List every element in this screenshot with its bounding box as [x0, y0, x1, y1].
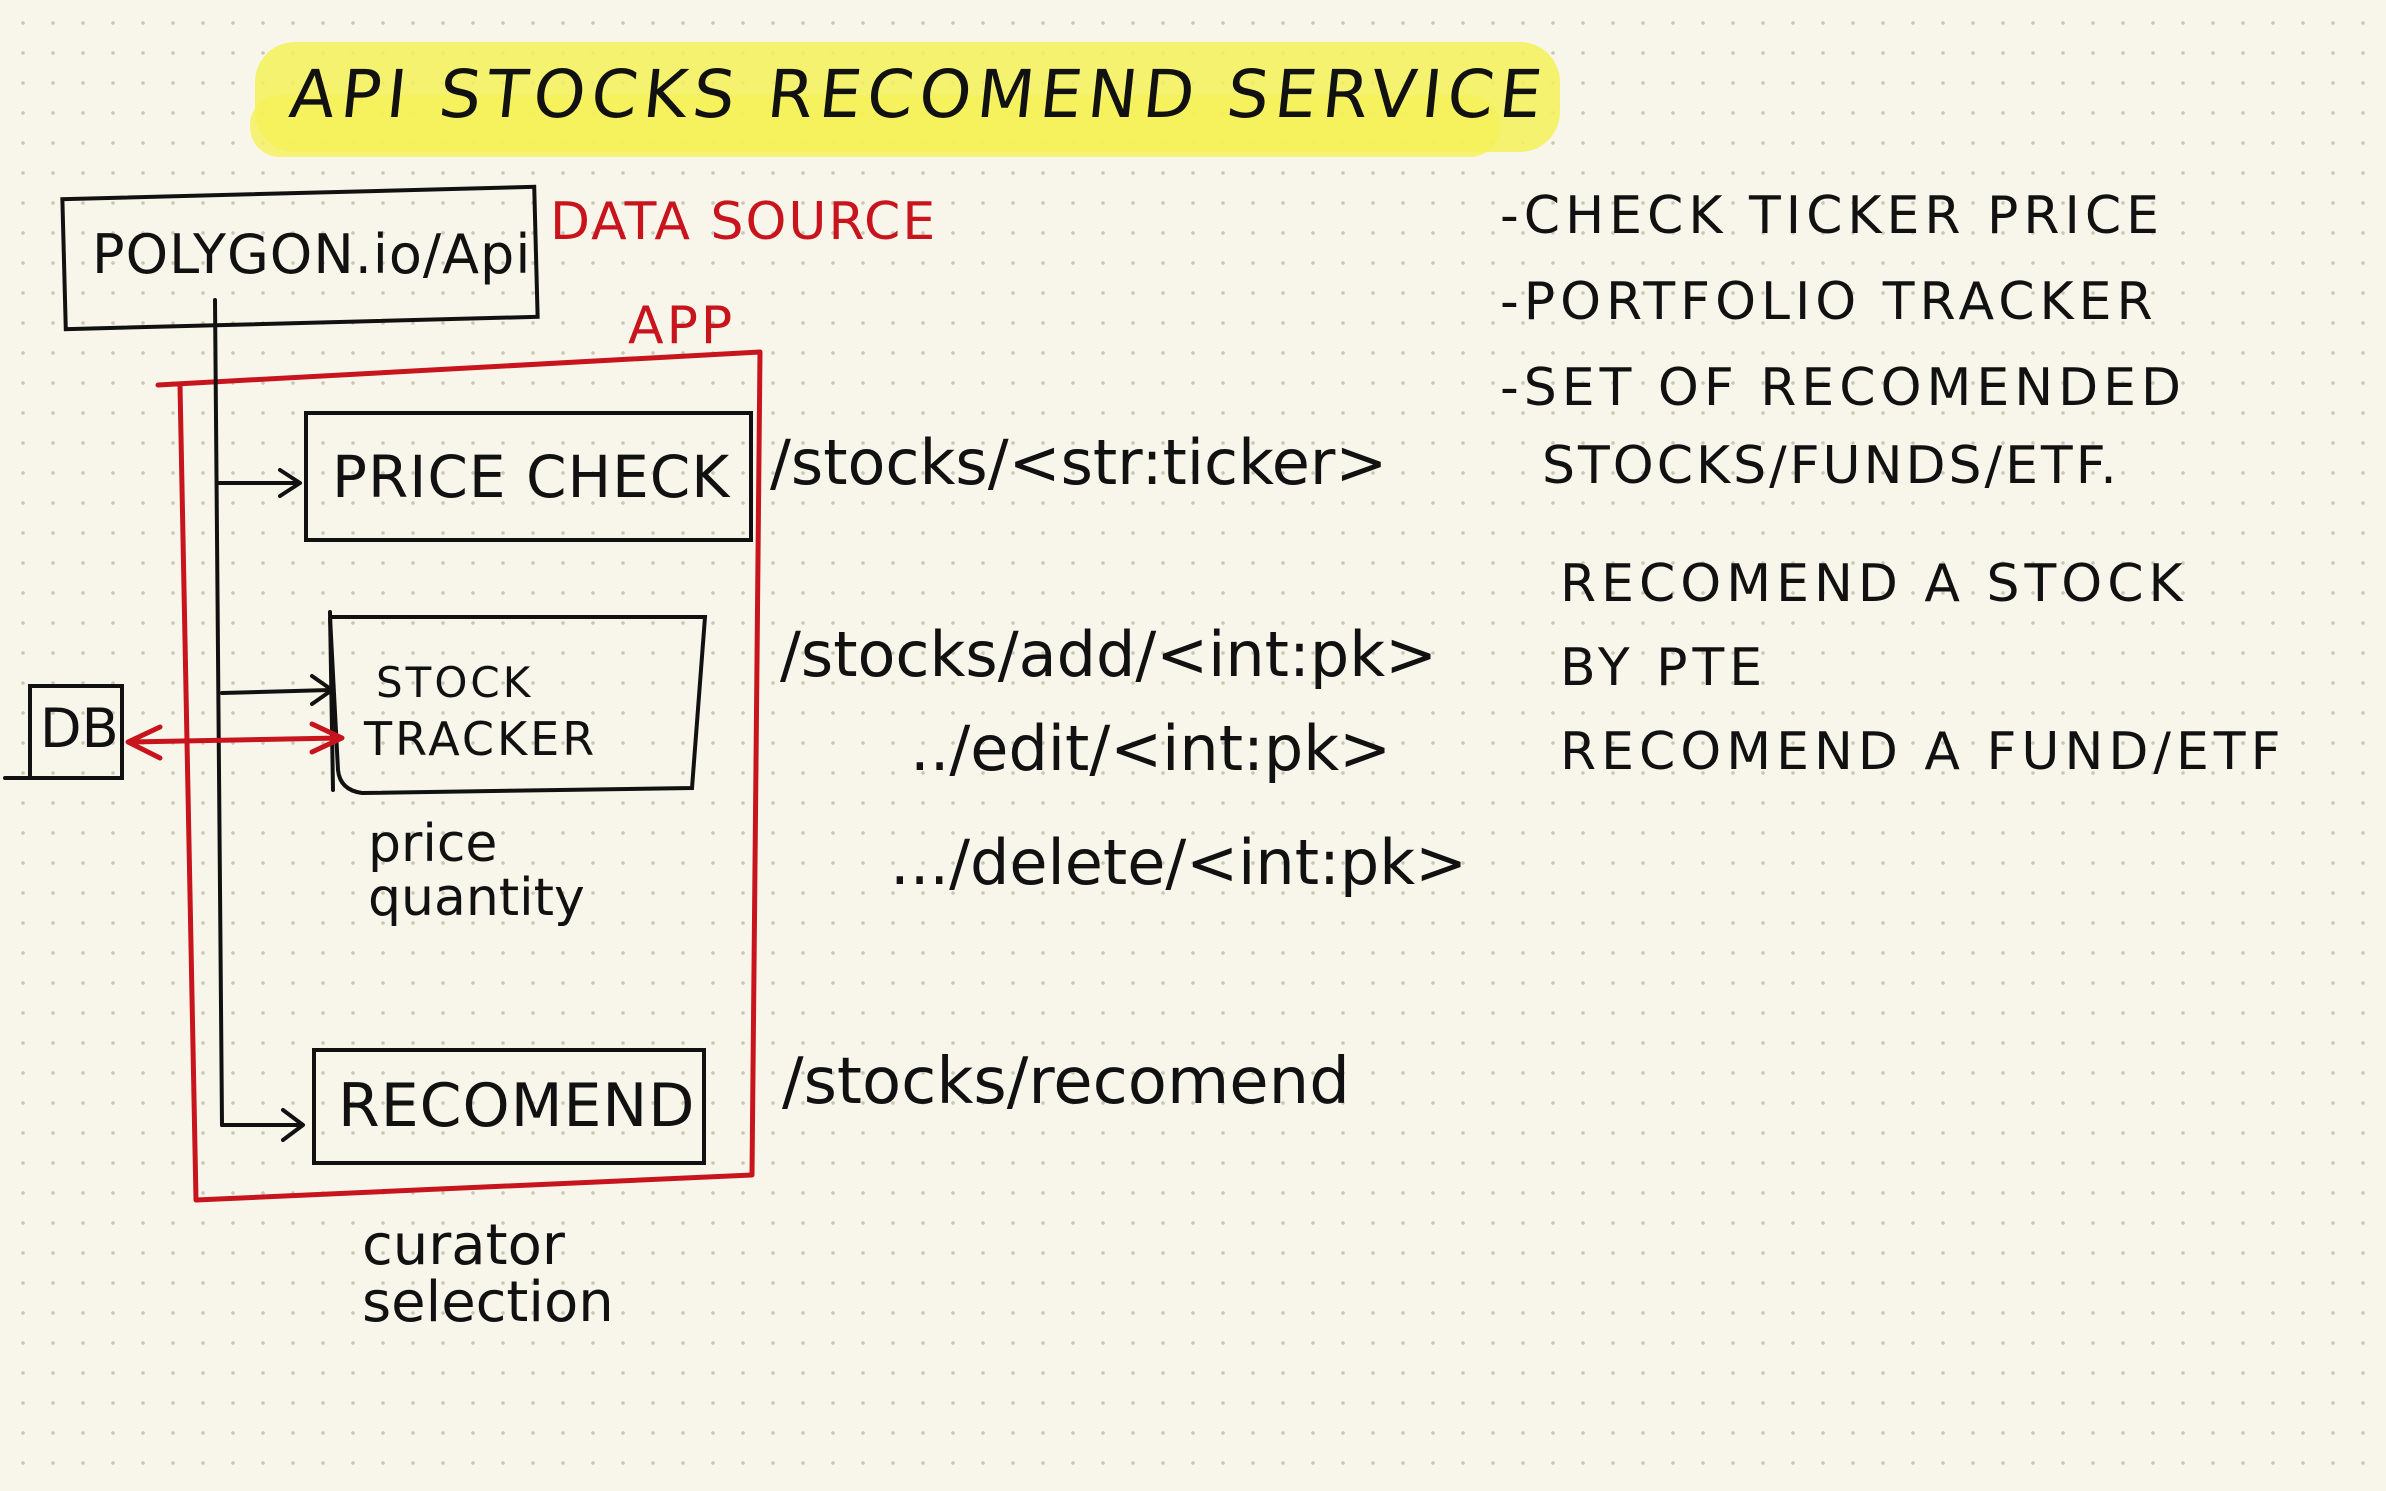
- recomend-note-curator: curator: [362, 1213, 565, 1278]
- feature-item-3: -SET OF RECOMENDED: [1500, 358, 2187, 418]
- endpoint-price-check: /stocks/<str:ticker>: [770, 426, 1388, 499]
- feature-item-1: -CHECK TICKER PRICE: [1500, 186, 2164, 246]
- recomend-detail-stock: RECOMEND A STOCK: [1560, 554, 2188, 614]
- app-label: APP: [628, 296, 736, 356]
- main-bus-line: [213, 298, 224, 1127]
- recomend-note-selection: selection: [362, 1270, 614, 1335]
- endpoint-tracker-delete: .../delete/<int:pk>: [890, 826, 1468, 899]
- db-label: DB: [40, 697, 119, 760]
- endpoint-tracker-add: /stocks/add/<int:pk>: [780, 618, 1438, 691]
- db-tracker-link: [127, 735, 343, 745]
- price-check-label: PRICE CHECK: [332, 443, 731, 511]
- tracker-field-price: price: [368, 814, 498, 874]
- data-source-box-label: POLYGON.io/Api: [92, 223, 532, 286]
- stock-tracker-label-line1: STOCK: [376, 658, 534, 707]
- stock-tracker-label-line2: TRACKER: [364, 712, 598, 766]
- recomend-detail-fund: RECOMEND A FUND/ETF: [1560, 722, 2286, 782]
- whiteboard-canvas: API STOCKS RECOMEND SERVICE POLYGON.io/A…: [0, 0, 2386, 1491]
- tracker-field-quantity: quantity: [368, 868, 585, 928]
- recomend-label: RECOMEND: [338, 1071, 696, 1141]
- endpoint-tracker-edit: ../edit/<int:pk>: [910, 712, 1392, 785]
- data-source-annotation: DATA SOURCE: [550, 192, 938, 252]
- feature-item-2: -PORTFOLIO TRACKER: [1500, 272, 2158, 332]
- feature-item-3-continued: STOCKS/FUNDS/ETF.: [1542, 436, 2120, 496]
- endpoint-recomend: /stocks/recomend: [782, 1045, 1350, 1119]
- recomend-detail-pte: BY PTE: [1560, 638, 1768, 698]
- arrow-to-stock-tracker-top: [220, 688, 332, 695]
